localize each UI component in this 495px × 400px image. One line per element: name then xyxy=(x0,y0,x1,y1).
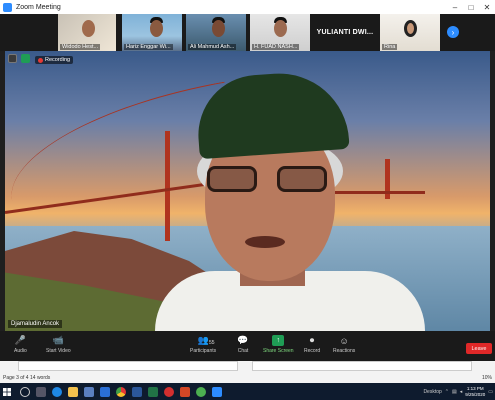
windows-logo-icon xyxy=(3,387,11,396)
file-explorer-icon[interactable] xyxy=(68,386,78,397)
desktop-label[interactable]: Desktop xyxy=(423,389,441,395)
security-shield-icon[interactable] xyxy=(8,54,17,63)
meeting-control-bar: 🎤 Audio 📹 Start Video 👥 Participants 55 … xyxy=(0,331,495,361)
active-speaker-video: Recording Djamaludin Ancok xyxy=(5,51,490,331)
windows-taskbar: Desktop ⌃ ▤ ◂ 1:13 PM 9/25/2020 ▭ xyxy=(0,383,495,400)
search-icon[interactable] xyxy=(20,386,30,397)
record-button[interactable]: ⏺ Record xyxy=(304,335,320,354)
zoom-level[interactable]: 10% xyxy=(482,375,492,381)
participant-name: H. FUAD NASH... xyxy=(252,44,300,50)
start-video-button[interactable]: 📹 Start Video xyxy=(46,335,71,354)
participant-tile[interactable]: YULIANTI DWI... xyxy=(314,14,376,51)
participant-name: Widodo Hest... xyxy=(60,44,101,50)
word-icon[interactable] xyxy=(132,386,142,397)
reactions-icon: ☺ xyxy=(339,335,349,346)
participant-name: Hariz Enggar Wi... xyxy=(124,44,173,50)
microphone-muted-icon: 🎤 xyxy=(14,335,26,345)
share-screen-label: Share Screen xyxy=(263,348,294,354)
green-app-icon[interactable] xyxy=(196,386,206,397)
video-off-icon: 📹 xyxy=(52,335,64,345)
excel-icon[interactable] xyxy=(148,386,158,397)
word-status-bar: Page 3 of 4 14 words 10% xyxy=(0,361,495,383)
participant-name: YULIANTI DWI... xyxy=(316,29,374,36)
start-video-label: Start Video xyxy=(46,348,71,354)
participant-tile[interactable]: Hariz Enggar Wi... xyxy=(122,14,182,51)
system-tray: Desktop ⌃ ▤ ◂ 1:13 PM 9/25/2020 ▭ xyxy=(423,383,493,400)
clock[interactable]: 1:13 PM 9/25/2020 xyxy=(465,386,485,398)
leave-button[interactable]: Leave xyxy=(466,343,492,354)
window-controls: – □ ✕ xyxy=(447,0,495,14)
mail-icon[interactable] xyxy=(100,386,110,397)
zoom-logo-icon xyxy=(3,2,12,12)
recording-indicator: Recording xyxy=(35,56,74,64)
title-bar: Zoom Meeting – □ ✕ xyxy=(0,0,495,14)
speaker-figure xyxy=(125,66,445,331)
chat-button[interactable]: 💬 Chat xyxy=(237,335,249,354)
participant-strip: Widodo Hest... Hariz Enggar Wi... Ali Ma… xyxy=(0,14,495,51)
participant-name: Ali Mahmud Ash... xyxy=(188,44,237,50)
share-screen-button[interactable]: ↑ Share Screen xyxy=(263,335,294,354)
record-dot-icon xyxy=(38,57,43,63)
record-label: Record xyxy=(304,348,321,354)
minimize-button[interactable]: – xyxy=(447,0,463,14)
participant-tile[interactable]: Widodo Hest... xyxy=(58,14,116,51)
task-view-icon[interactable] xyxy=(36,386,46,397)
zoom-icon[interactable] xyxy=(212,386,222,397)
participants-icon: 👥 xyxy=(197,335,209,345)
participant-tile[interactable]: Ali Mahmud Ash... xyxy=(186,14,246,51)
page-indicator[interactable]: Page 3 of 4 xyxy=(3,375,29,381)
tray-chevron-icon[interactable]: ⌃ xyxy=(445,389,449,395)
share-screen-icon: ↑ xyxy=(272,335,285,346)
participant-tile[interactable]: H. FUAD NASH... xyxy=(250,14,310,51)
participant-avatar xyxy=(82,20,95,37)
record-icon: ⏺ xyxy=(309,335,315,345)
recording-label: Recording xyxy=(45,57,71,63)
maximize-button[interactable]: □ xyxy=(463,0,479,14)
window-title: Zoom Meeting xyxy=(16,3,61,11)
participant-avatar xyxy=(212,20,225,37)
volume-icon[interactable]: ◂ xyxy=(460,389,463,395)
reactions-label: Reactions xyxy=(333,348,356,354)
reactions-button[interactable]: ☺ Reactions xyxy=(333,335,356,355)
speaker-name: Djamaludin Ancok xyxy=(8,320,63,328)
clock-date: 9/25/2020 xyxy=(465,391,486,397)
participant-avatar xyxy=(274,20,287,37)
powerpoint-icon[interactable] xyxy=(180,386,190,397)
participants-label: Participants xyxy=(190,348,217,354)
participant-avatar xyxy=(150,20,163,37)
store-icon[interactable] xyxy=(84,386,94,397)
chat-icon: 💬 xyxy=(237,335,249,345)
chat-label: Chat xyxy=(237,348,249,354)
participants-count: 55 xyxy=(209,340,215,346)
encryption-icon[interactable] xyxy=(21,54,30,63)
participant-tile[interactable]: Rina xyxy=(380,14,440,51)
participant-name: Rina xyxy=(382,44,398,50)
edge-icon[interactable] xyxy=(52,386,62,397)
start-button[interactable] xyxy=(0,383,14,400)
participant-avatar xyxy=(404,20,417,37)
next-page-button[interactable]: › xyxy=(447,26,459,38)
chrome-icon[interactable] xyxy=(116,386,126,397)
audio-label: Audio xyxy=(14,348,27,354)
opera-icon[interactable] xyxy=(164,386,174,397)
word-count[interactable]: 14 words xyxy=(30,375,50,381)
network-icon[interactable]: ▤ xyxy=(452,389,457,395)
close-button[interactable]: ✕ xyxy=(479,0,495,14)
audio-button[interactable]: 🎤 Audio xyxy=(14,335,27,354)
notifications-icon[interactable]: ▭ xyxy=(488,389,493,395)
